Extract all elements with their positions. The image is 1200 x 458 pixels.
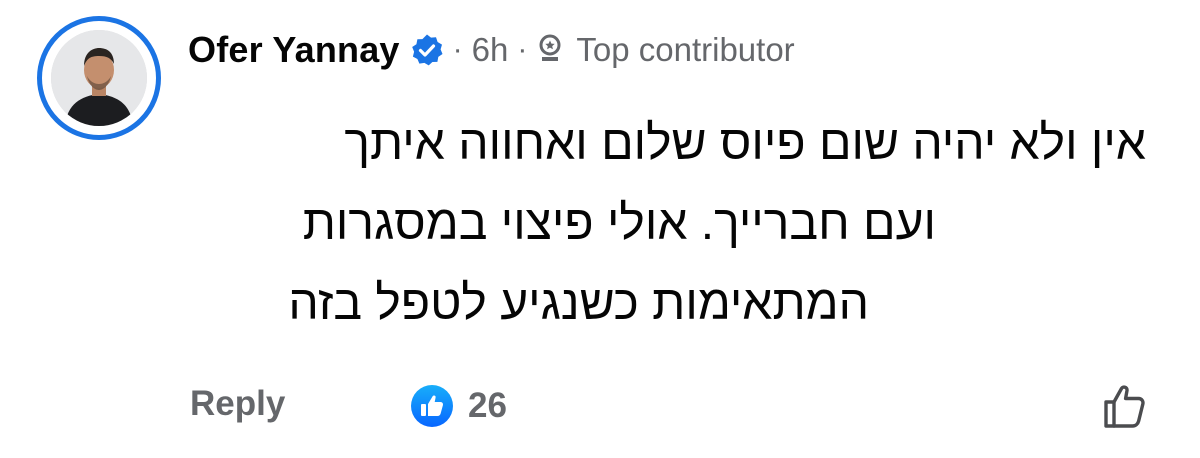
comment-time[interactable]: 6h <box>472 31 509 69</box>
thumbs-up-outline-icon <box>1104 385 1145 428</box>
reaction-summary[interactable]: 26 <box>410 384 507 428</box>
reply-button[interactable]: Reply <box>190 384 285 424</box>
top-contributor-label: Top contributor <box>576 31 795 68</box>
avatar-ring[interactable] <box>37 16 161 140</box>
verified-badge-icon <box>410 33 444 67</box>
reaction-count: 26 <box>468 386 507 425</box>
avatar-photo <box>51 30 147 126</box>
author-name[interactable]: Ofer Yannay <box>188 29 400 71</box>
comment-line: ועם חברייך. אולי פיצוי במסגרות <box>302 197 936 250</box>
comment-line: אין ולא יהיה שום פיוס שלום ואחווה איתך <box>344 117 1146 170</box>
separator-dot: · <box>517 33 528 66</box>
like-button[interactable] <box>1098 378 1152 432</box>
avatar[interactable] <box>51 30 147 126</box>
comment-body: אין ולא יהיה שום פיוס שלום ואחווה איתך ו… <box>160 104 1146 344</box>
like-reaction-icon <box>410 384 454 428</box>
comment-line: המתאימות כשנגיע לטפל בזה <box>288 277 869 330</box>
comment-header: Ofer Yannay · 6h · Top contributor <box>188 22 795 78</box>
separator-dot: · <box>452 33 463 66</box>
comment-actions: Reply 26 <box>190 378 1170 434</box>
top-contributor-badge-icon <box>536 33 564 67</box>
